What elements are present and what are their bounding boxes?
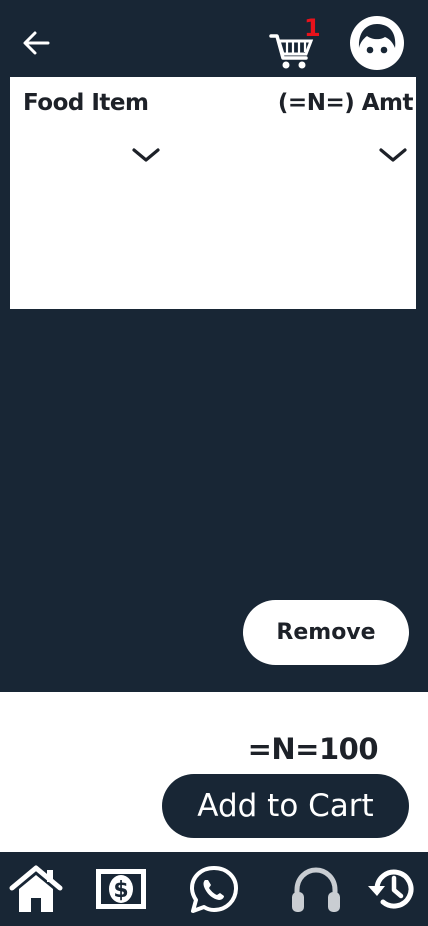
chevron-down-icon [379,148,407,162]
nav-whatsapp[interactable] [182,862,246,916]
food-item-header: Food Item [23,90,149,116]
chevron-down-icon [132,148,160,162]
arrow-left-icon [23,31,50,55]
cart-summary-panel: =N=100 Add to Cart [0,692,428,852]
amount-dropdown[interactable] [378,145,408,165]
back-button[interactable] [18,26,54,60]
money-icon: $ [96,869,146,909]
home-icon [9,865,63,912]
remove-button[interactable]: Remove [243,600,409,665]
svg-text:$: $ [113,878,128,903]
nav-home[interactable] [6,862,66,916]
food-item-dropdown[interactable] [131,145,161,165]
history-icon [368,869,414,909]
nav-wallet[interactable]: $ [92,862,150,916]
total-amount: =N=100 [247,732,379,766]
cart-count-badge: 1 [304,14,321,42]
whatsapp-icon [190,866,238,913]
add-to-cart-button[interactable]: Add to Cart [162,774,409,838]
face-avatar-icon [350,16,404,70]
nav-support[interactable] [286,862,346,916]
profile-avatar[interactable] [350,16,404,70]
headphones-icon [292,867,340,912]
bottom-navigation: $ [0,852,428,926]
amount-header: (=N=) Amt [277,90,414,116]
nav-history[interactable] [364,862,422,916]
food-selection-panel: Food Item (=N=) Amt [10,77,416,309]
cart-button[interactable]: 1 [266,14,324,70]
